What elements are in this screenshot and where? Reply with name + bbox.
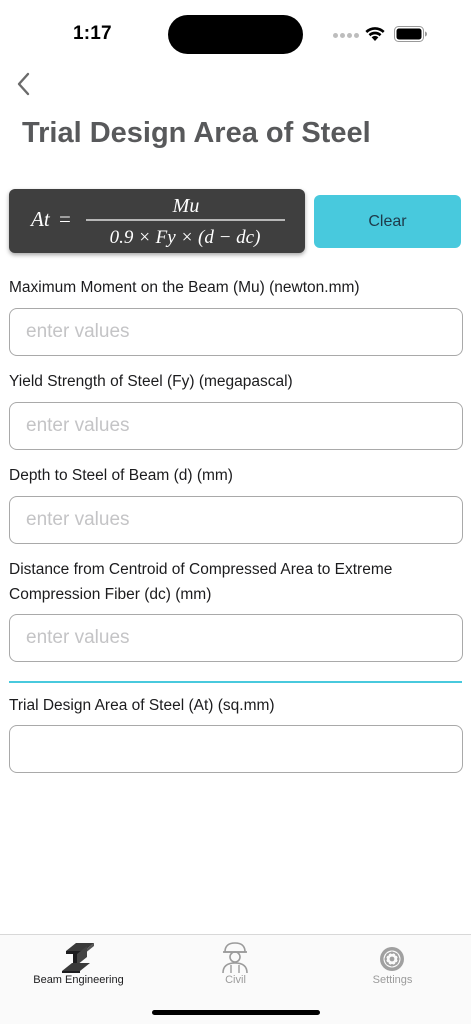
moment-field-label: Maximum Moment on the Beam (Mu) (newton.… bbox=[9, 279, 360, 296]
depth-input[interactable] bbox=[9, 496, 463, 544]
signal-dots-icon bbox=[333, 33, 359, 38]
clear-button[interactable]: Clear bbox=[314, 195, 461, 248]
yield-strength-field-label: Yield Strength of Steel (Fy) (megapascal… bbox=[9, 373, 293, 390]
formula-equals: = bbox=[59, 207, 71, 231]
tab-beam-engineering[interactable]: Beam Engineering bbox=[0, 935, 157, 995]
centroid-distance-input[interactable] bbox=[9, 614, 463, 662]
formula-denominator: 0.9 × Fy × (d − dc) bbox=[110, 227, 261, 248]
chevron-left-icon bbox=[17, 72, 30, 96]
tab-civil[interactable]: Civil bbox=[157, 935, 314, 995]
home-indicator bbox=[152, 1010, 320, 1015]
formula-equation: At = Mu 0.9 × Fy × (d − dc) bbox=[29, 195, 285, 248]
dynamic-island bbox=[168, 15, 303, 54]
moment-input[interactable] bbox=[9, 308, 463, 356]
formula-box: At = Mu 0.9 × Fy × (d − dc) bbox=[9, 189, 305, 253]
tab-label-settings: Settings bbox=[372, 974, 413, 986]
formula-lhs: At bbox=[29, 207, 51, 231]
battery-icon bbox=[394, 26, 427, 42]
wifi-icon bbox=[365, 27, 385, 41]
back-button[interactable] bbox=[8, 66, 38, 102]
depth-field-label: Depth to Steel of Beam (d) (mm) bbox=[9, 467, 233, 484]
yield-strength-input[interactable] bbox=[9, 402, 463, 450]
status-bar: 1:17 bbox=[0, 0, 471, 70]
tab-label-beam-engineering: Beam Engineering bbox=[33, 974, 124, 986]
result-output bbox=[9, 725, 463, 773]
page-title: Trial Design Area of Steel bbox=[22, 117, 371, 149]
tab-label-civil: Civil bbox=[225, 974, 246, 986]
result-divider bbox=[9, 681, 462, 683]
status-time: 1:17 bbox=[73, 23, 112, 44]
construction-worker-icon bbox=[222, 942, 248, 973]
tab-settings[interactable]: Settings bbox=[314, 935, 471, 995]
gear-icon bbox=[380, 947, 404, 971]
centroid-distance-field-label: Distance from Centroid of Compressed Are… bbox=[9, 561, 393, 603]
steel-beam-icon bbox=[62, 943, 94, 973]
result-label: Trial Design Area of Steel (At) (sq.mm) bbox=[9, 697, 275, 714]
formula-numerator: Mu bbox=[172, 195, 200, 217]
